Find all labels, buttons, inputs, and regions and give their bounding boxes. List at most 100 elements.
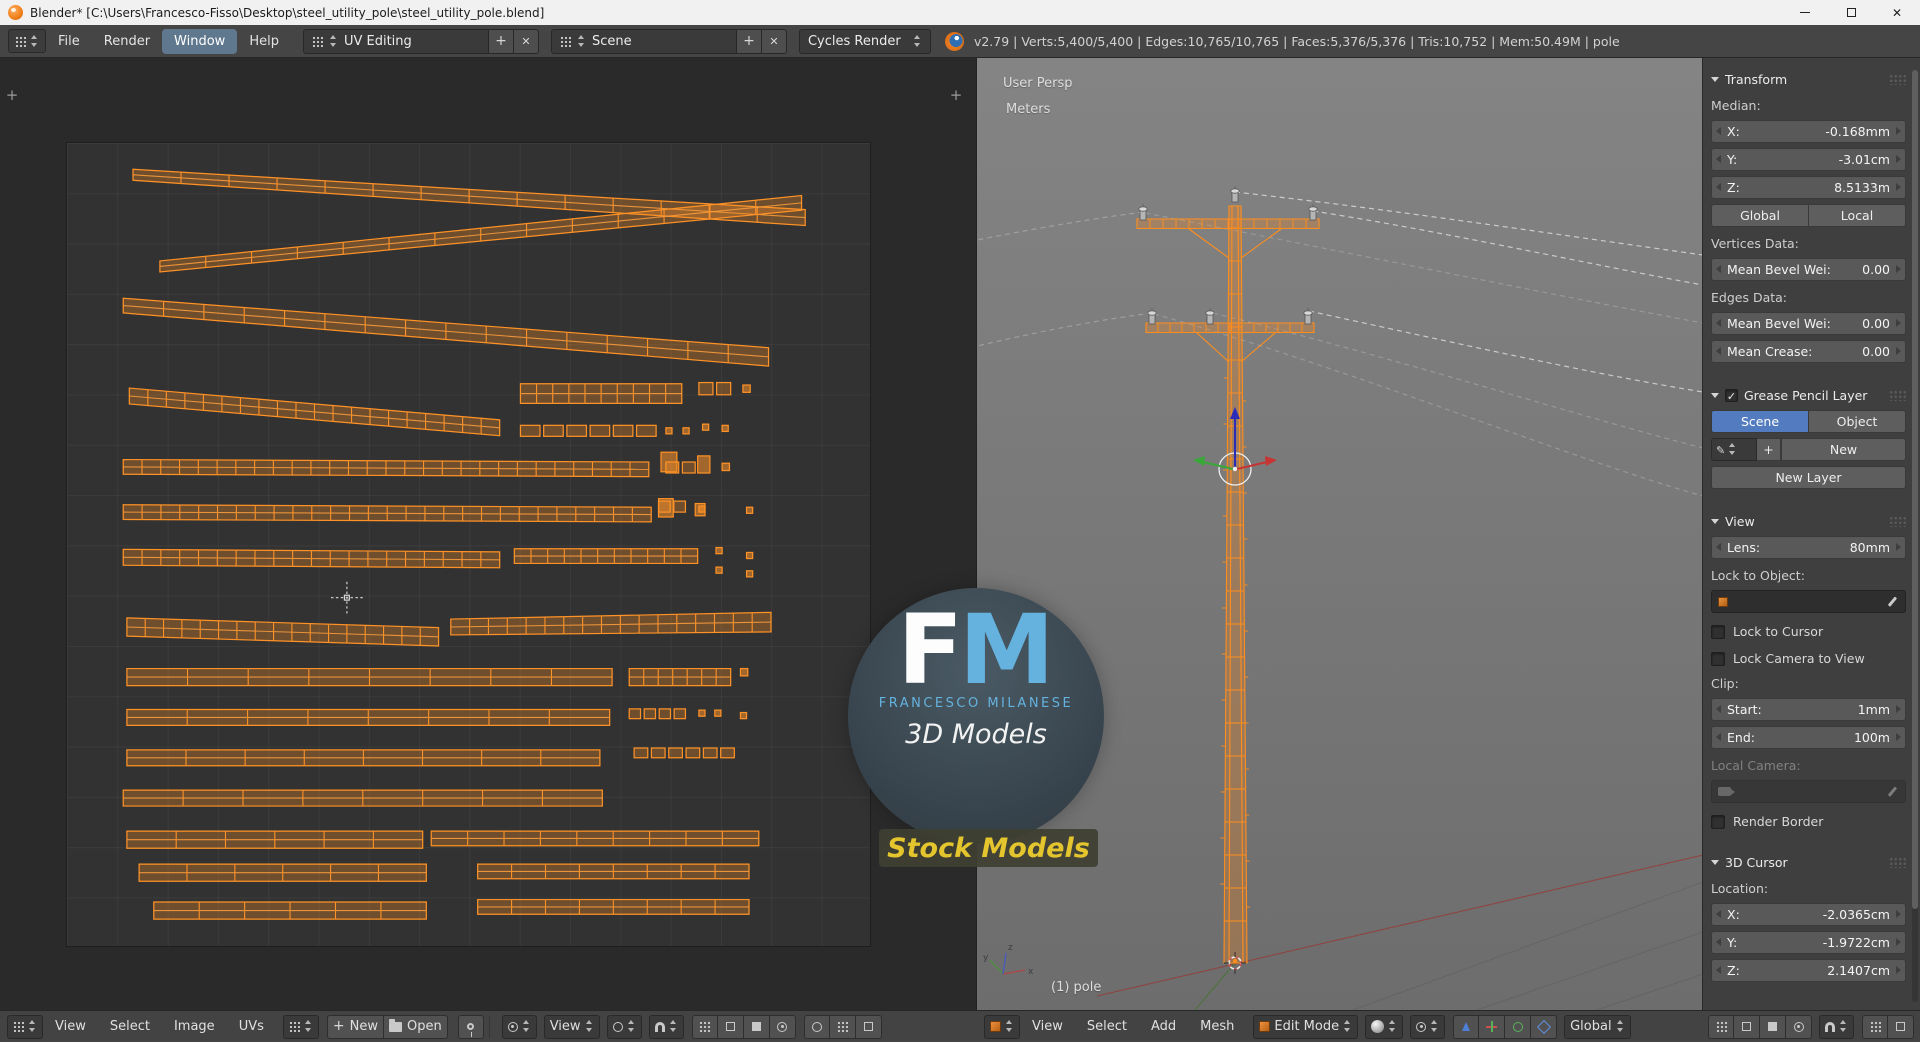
pin-image-button[interactable] [457,1014,484,1039]
panel-header-view[interactable]: View [1711,506,1906,536]
uv-menu-uvs[interactable]: UVs [227,1011,276,1042]
uv-select-mode-vertex[interactable] [691,1014,718,1039]
clip-end-field[interactable]: End: 100m [1711,726,1906,749]
gp-datablock-dropdown[interactable] [1711,438,1757,461]
median-z-field[interactable]: Z: 8.5133m [1711,176,1906,199]
region-expand-plus-icon[interactable] [948,88,964,104]
panel-header-grease-pencil[interactable]: Grease Pencil Layer [1711,380,1906,410]
uv-canvas[interactable] [66,142,871,947]
menu-help[interactable]: Help [237,29,291,54]
editor-type-selector-info[interactable] [8,29,46,53]
panel-scrollbar[interactable] [1912,70,1918,1002]
gp-object-tab[interactable]: Object [1809,410,1906,433]
global-button[interactable]: Global [1711,204,1809,227]
gp-new-button[interactable]: New [1781,438,1906,461]
viewport-3d[interactable]: x y z User Persp Meters (1) pole Transfo… [977,58,1920,1010]
vp-menu-view[interactable]: View [1020,1011,1075,1042]
decrement-arrow-icon[interactable] [1716,733,1721,741]
lock-camera-checkbox[interactable] [1711,651,1725,666]
manipulator-translate-button[interactable] [1479,1014,1506,1039]
increment-arrow-icon[interactable] [1896,319,1901,327]
screen-layout-dropdown[interactable]: UV Editing [302,28,489,54]
view-mode-dropdown[interactable]: View [543,1014,600,1039]
panel-header-3d-cursor[interactable]: 3D Cursor [1711,847,1906,877]
panel-header-transform[interactable]: Transform [1711,64,1906,94]
local-button[interactable]: Local [1809,204,1906,227]
minimize-button[interactable] [1782,0,1828,25]
decrement-arrow-icon[interactable] [1716,319,1721,327]
close-button[interactable] [1874,0,1920,25]
uv-select-mode-face[interactable] [743,1014,770,1039]
increment-arrow-icon[interactable] [1896,127,1901,135]
decrement-arrow-icon[interactable] [1716,705,1721,713]
cursor-z-field[interactable]: Z: 2.1407cm [1711,959,1906,982]
decrement-arrow-icon[interactable] [1716,265,1721,273]
region-expand-plus-icon[interactable] [4,88,20,104]
increment-arrow-icon[interactable] [1896,347,1901,355]
opengl-render-button[interactable] [1862,1014,1888,1039]
median-y-field[interactable]: Y: -3.01cm [1711,148,1906,171]
select-mode-edge[interactable] [1734,1014,1760,1039]
decrement-arrow-icon[interactable] [1716,966,1721,974]
vp-menu-mesh[interactable]: Mesh [1188,1011,1246,1042]
uv-select-mode-edge[interactable] [717,1014,744,1039]
uv-sync-selection-button[interactable] [829,1014,856,1039]
manipulator-toggle-button[interactable] [1453,1014,1480,1039]
lock-to-cursor-checkbox[interactable] [1711,624,1725,639]
uv-menu-image[interactable]: Image [162,1011,227,1042]
manipulator-rotate-button[interactable] [1505,1014,1532,1039]
vp-menu-select[interactable]: Select [1075,1011,1139,1042]
increment-arrow-icon[interactable] [1896,155,1901,163]
mean-crease-field[interactable]: Mean Crease: 0.00 [1711,340,1906,363]
render-border-checkbox[interactable] [1711,814,1725,829]
select-mode-face[interactable] [1760,1014,1786,1039]
lens-field[interactable]: Lens: 80mm [1711,536,1906,559]
scene-dropdown[interactable]: Scene [550,28,737,54]
increment-arrow-icon[interactable] [1896,910,1901,918]
render-engine-dropdown[interactable]: Cycles Render [798,28,931,54]
scrollbar-thumb[interactable] [1912,70,1918,909]
decrement-arrow-icon[interactable] [1716,183,1721,191]
increment-arrow-icon[interactable] [1896,265,1901,273]
panel-drag-grip-icon[interactable] [1889,856,1906,868]
select-mode-vertex[interactable] [1708,1014,1734,1039]
editor-type-selector-3d[interactable] [984,1014,1020,1039]
menu-file[interactable]: File [46,29,92,54]
limit-visible-button[interactable] [1786,1014,1812,1039]
decrement-arrow-icon[interactable] [1716,543,1721,551]
vertex-bevel-weight-field[interactable]: Mean Bevel Wei: 0.00 [1711,258,1906,281]
increment-arrow-icon[interactable] [1896,938,1901,946]
decrement-arrow-icon[interactable] [1716,127,1721,135]
edge-bevel-weight-field[interactable]: Mean Bevel Wei: 0.00 [1711,312,1906,335]
increment-arrow-icon[interactable] [1896,966,1901,974]
delete-screen-layout-button[interactable] [513,28,539,54]
decrement-arrow-icon[interactable] [1716,910,1721,918]
proportional-edit-dropdown[interactable] [606,1014,642,1039]
add-screen-layout-button[interactable] [488,28,514,54]
pivot-dropdown[interactable] [501,1014,537,1039]
increment-arrow-icon[interactable] [1896,183,1901,191]
lock-to-cursor-row[interactable]: Lock to Cursor [1711,618,1906,645]
decrement-arrow-icon[interactable] [1716,347,1721,355]
cursor-y-field[interactable]: Y: -1.9722cm [1711,931,1906,954]
menu-render[interactable]: Render [92,29,162,54]
snap-dropdown[interactable] [648,1014,684,1039]
viewport-shading-dropdown[interactable] [1365,1014,1404,1039]
grease-pencil-checkbox[interactable] [1725,388,1738,402]
increment-arrow-icon[interactable] [1896,543,1901,551]
uv-menu-select[interactable]: Select [98,1011,162,1042]
snap-dropdown-3d[interactable] [1819,1014,1854,1039]
gp-add-button[interactable] [1757,438,1781,461]
lock-camera-row[interactable]: Lock Camera to View [1711,645,1906,672]
render-border-row[interactable]: Render Border [1711,808,1906,835]
uv-menu-view[interactable]: View [43,1011,98,1042]
panel-drag-grip-icon[interactable] [1889,73,1906,85]
gp-scene-tab[interactable]: Scene [1711,410,1809,433]
mode-dropdown[interactable]: Edit Mode [1253,1014,1359,1039]
median-x-field[interactable]: X: -0.168mm [1711,120,1906,143]
open-image-button[interactable]: Open [383,1014,448,1039]
panel-drag-grip-icon[interactable] [1889,515,1906,527]
eyedropper-icon[interactable] [1887,596,1899,608]
image-browse-dropdown[interactable] [282,1014,319,1039]
lock-object-field[interactable] [1711,590,1906,613]
